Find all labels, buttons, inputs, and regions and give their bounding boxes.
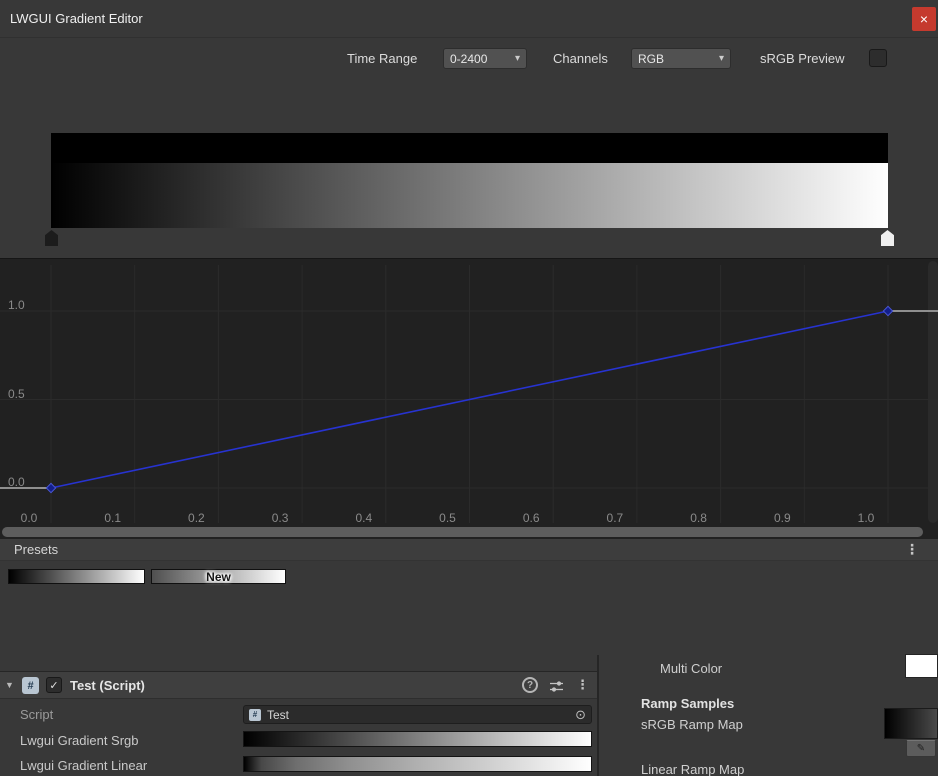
curve-editor[interactable]: 0.00.10.20.30.40.50.60.70.80.91.01.00.50… bbox=[0, 258, 938, 540]
material-inspector-panel: Multi Color Ramp Samples sRGB Ramp Map ✎… bbox=[599, 648, 938, 776]
foldout-icon[interactable]: ▼ bbox=[5, 680, 14, 690]
close-icon: × bbox=[920, 11, 928, 27]
component-enabled-checkbox[interactable]: ✓ bbox=[46, 677, 62, 693]
script-object-field[interactable]: # Test ⊙ bbox=[243, 705, 592, 724]
script-asset-icon: # bbox=[249, 709, 261, 721]
hash-glyph: # bbox=[27, 680, 33, 692]
presets-title: Presets bbox=[14, 542, 58, 557]
multi-color-label: Multi Color bbox=[660, 661, 722, 676]
help-icon: ? bbox=[527, 680, 533, 691]
srgb-ramp-thumbnail[interactable] bbox=[884, 708, 938, 739]
srgb-preview-checkbox[interactable] bbox=[869, 49, 887, 67]
script-object-value: Test bbox=[267, 708, 575, 722]
title-bar[interactable]: LWGUI Gradient Editor × bbox=[0, 0, 938, 38]
component-title: Test (Script) bbox=[70, 678, 145, 693]
curve-h-scrollbar[interactable] bbox=[2, 527, 923, 537]
gradient-stop-start[interactable] bbox=[45, 230, 58, 246]
time-range-value: 0-2400 bbox=[450, 52, 510, 66]
kebab-icon: ⋮ bbox=[905, 541, 919, 557]
gradient-preview-bar[interactable] bbox=[51, 163, 888, 228]
gradient-stop-end[interactable] bbox=[881, 230, 894, 246]
object-picker-icon[interactable]: ⊙ bbox=[575, 707, 586, 723]
curve-canvas[interactable] bbox=[0, 259, 938, 541]
multi-color-swatch[interactable] bbox=[905, 654, 938, 678]
pencil-icon: ✎ bbox=[917, 743, 925, 754]
gradient-srgb-label: Lwgui Gradient Srgb bbox=[20, 733, 139, 748]
time-range-dropdown[interactable]: 0-2400 ▾ bbox=[443, 48, 527, 69]
presets-menu-button[interactable]: ⋮ bbox=[905, 541, 919, 558]
gradient-alpha-strip[interactable] bbox=[51, 133, 888, 163]
csharp-script-icon: # bbox=[22, 677, 39, 694]
preset-new-label: New bbox=[152, 570, 285, 583]
check-icon: ✓ bbox=[49, 679, 58, 692]
time-range-label: Time Range bbox=[347, 51, 417, 66]
preset-new-button[interactable]: New bbox=[151, 569, 286, 584]
close-button[interactable]: × bbox=[912, 7, 936, 31]
sliders-icon bbox=[549, 680, 564, 693]
inspector-panel: ▼ # ✓ Test (Script) ? ⋮ Script # Test ⊙ … bbox=[0, 671, 598, 776]
srgb-ramp-map-label: sRGB Ramp Map bbox=[641, 717, 743, 732]
hash-glyph: # bbox=[253, 710, 257, 719]
component-header[interactable]: ▼ # ✓ Test (Script) ? ⋮ bbox=[0, 672, 598, 699]
window-title: LWGUI Gradient Editor bbox=[10, 11, 143, 26]
srgb-preview-label: sRGB Preview bbox=[760, 51, 845, 66]
preset-swatch[interactable] bbox=[8, 569, 145, 584]
channels-label: Channels bbox=[553, 51, 608, 66]
presets-header: Presets ⋮ bbox=[0, 539, 938, 561]
kebab-icon: ⋮ bbox=[576, 677, 589, 692]
chevron-down-icon: ▾ bbox=[719, 53, 724, 64]
gradient-srgb-field[interactable] bbox=[243, 731, 592, 747]
channels-value: RGB bbox=[638, 52, 714, 66]
ramp-samples-label: Ramp Samples bbox=[641, 696, 734, 711]
component-presets-button[interactable] bbox=[547, 679, 565, 693]
channels-dropdown[interactable]: RGB ▾ bbox=[631, 48, 731, 69]
curve-key[interactable] bbox=[46, 483, 55, 492]
curve-key[interactable] bbox=[883, 306, 892, 315]
chevron-down-icon: ▾ bbox=[515, 53, 520, 64]
lwgui-gradient-editor-window: LWGUI Gradient Editor × Time Range 0-240… bbox=[0, 0, 938, 776]
ramp-edit-button[interactable]: ✎ bbox=[906, 740, 936, 757]
help-button[interactable]: ? bbox=[522, 677, 538, 693]
linear-ramp-map-label: Linear Ramp Map bbox=[641, 762, 744, 776]
gradient-linear-field[interactable] bbox=[243, 756, 592, 772]
gradient-linear-label: Lwgui Gradient Linear bbox=[20, 758, 147, 773]
script-row-label: Script bbox=[20, 707, 53, 722]
component-menu-button[interactable]: ⋮ bbox=[576, 677, 589, 693]
